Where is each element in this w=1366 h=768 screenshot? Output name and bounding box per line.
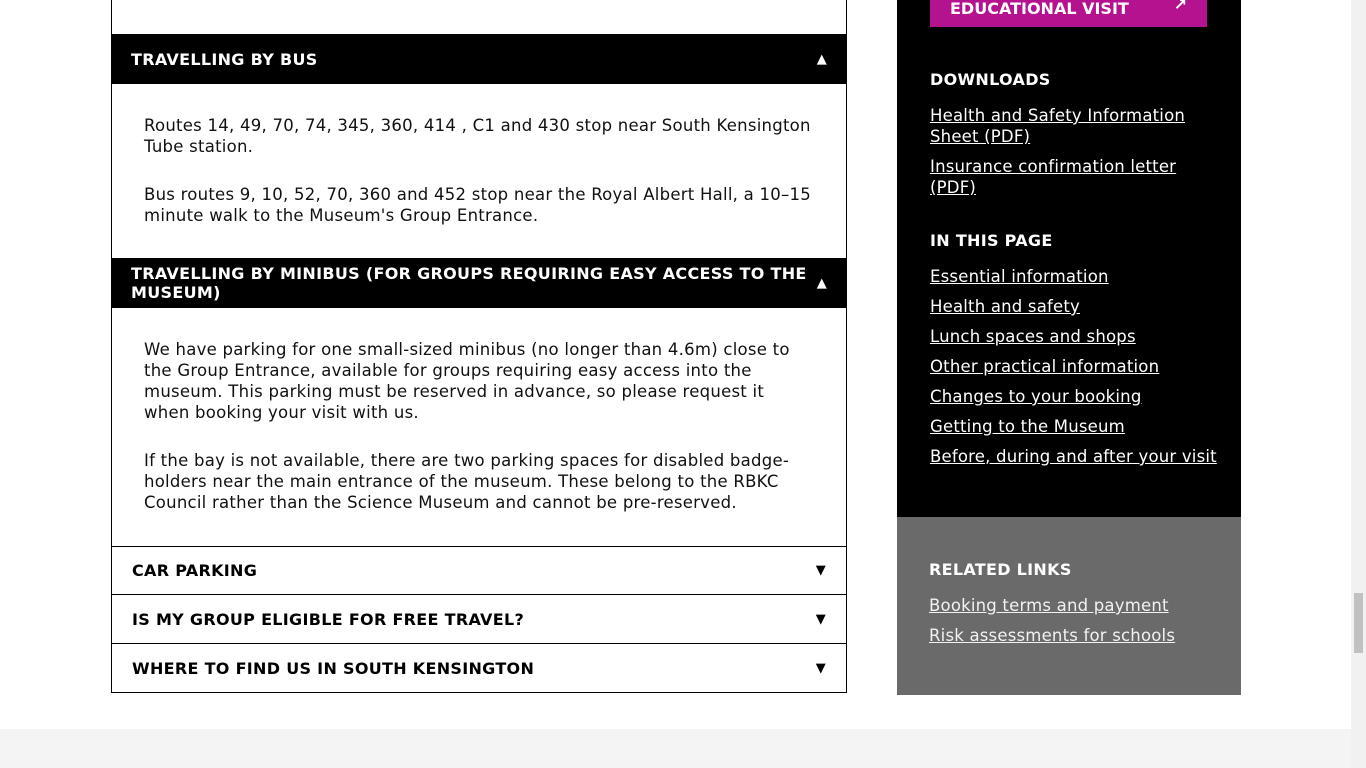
accordion-title: TRAVELLING BY BUS [131, 49, 318, 69]
accordion-header-bus[interactable]: TRAVELLING BY BUS ▲ [111, 34, 847, 84]
minibus-paragraph-2: If the bay is not available, there are t… [144, 451, 790, 512]
expand-arrow-icon: ▼ [815, 660, 826, 676]
related-links-list: Booking terms and payment Risk assessmen… [929, 595, 1219, 655]
in-page-link-health-and-safety[interactable]: Health and safety [930, 296, 1220, 317]
accordion-header-find-us[interactable]: WHERE TO FIND US IN SOUTH KENSINGTON ▼ [111, 644, 847, 693]
expand-arrow-icon: ▼ [815, 563, 826, 578]
download-link-insurance-letter[interactable]: Insurance confirmation letter (PDF) [930, 156, 1210, 198]
in-page-link-changes-booking[interactable]: Changes to your booking [930, 386, 1220, 407]
in-page-link-getting-to-museum[interactable]: Getting to the Museum [930, 416, 1220, 437]
book-button-label: EDUCATIONAL VISIT [950, 0, 1129, 18]
bus-paragraph-1: Routes 14, 49, 70, 74, 345, 360, 414 , C… [144, 116, 811, 156]
related-links-heading: RELATED LINKS [929, 560, 1072, 579]
in-page-link-practical-information[interactable]: Other practical information [930, 356, 1220, 377]
in-page-link-before-during-after[interactable]: Before, during and after your visit [930, 446, 1220, 467]
travel-accordion: TRAVELLING BY BUS ▲ Routes 14, 49, 70, 7… [111, 0, 847, 693]
in-this-page-list: Essential information Health and safety … [930, 266, 1220, 476]
arrow-icon: ↗ [1173, 0, 1187, 14]
expand-arrow-icon: ▼ [815, 611, 826, 627]
related-links-panel: RELATED LINKS Booking terms and payment … [897, 517, 1241, 695]
accordion-panel-bus: Routes 14, 49, 70, 74, 345, 360, 414 , C… [111, 84, 847, 258]
minibus-paragraph-1: We have parking for one small-sized mini… [144, 340, 790, 422]
accordion-previous-panel-end [111, 0, 847, 34]
related-link-risk-assessments[interactable]: Risk assessments for schools [929, 625, 1219, 646]
in-this-page-heading: IN THIS PAGE [930, 231, 1053, 250]
page-scrollbar[interactable] [1351, 0, 1366, 768]
bus-paragraph-2: Bus routes 9, 10, 52, 70, 360 and 452 st… [144, 185, 812, 225]
accordion-panel-minibus: We have parking for one small-sized mini… [111, 308, 847, 546]
related-link-booking-terms[interactable]: Booking terms and payment [929, 595, 1219, 616]
downloads-heading: DOWNLOADS [930, 70, 1051, 89]
collapse-arrow-icon: ▲ [816, 51, 827, 67]
accordion-title: WHERE TO FIND US IN SOUTH KENSINGTON [132, 658, 535, 678]
accordion-header-free-travel[interactable]: IS MY GROUP ELIGIBLE FOR FREE TRAVEL? ▼ [111, 595, 847, 644]
in-page-link-essential-information[interactable]: Essential information [930, 266, 1220, 287]
book-educational-visit-button[interactable]: EDUCATIONAL VISIT ↗ [930, 0, 1207, 27]
accordion-header-minibus[interactable]: TRAVELLING BY MINIBUS (FOR GROUPS REQUIR… [111, 258, 847, 308]
collapse-arrow-icon: ▲ [816, 275, 827, 291]
accordion-title: IS MY GROUP ELIGIBLE FOR FREE TRAVEL? [132, 609, 525, 629]
accordion-title: TRAVELLING BY MINIBUS (FOR GROUPS REQUIR… [131, 264, 807, 302]
sidebar-panel: EDUCATIONAL VISIT ↗ DOWNLOADS Health and… [897, 0, 1241, 517]
downloads-list: Health and Safety Information Sheet (PDF… [930, 105, 1210, 207]
scrollbar-thumb[interactable] [1354, 593, 1363, 653]
in-page-link-lunch-spaces[interactable]: Lunch spaces and shops [930, 326, 1220, 347]
accordion-header-car-parking[interactable]: CAR PARKING ▼ [111, 546, 847, 595]
accordion-title: CAR PARKING [132, 561, 258, 580]
footer-band [0, 729, 1351, 768]
download-link-health-safety-sheet[interactable]: Health and Safety Information Sheet (PDF… [930, 105, 1210, 147]
